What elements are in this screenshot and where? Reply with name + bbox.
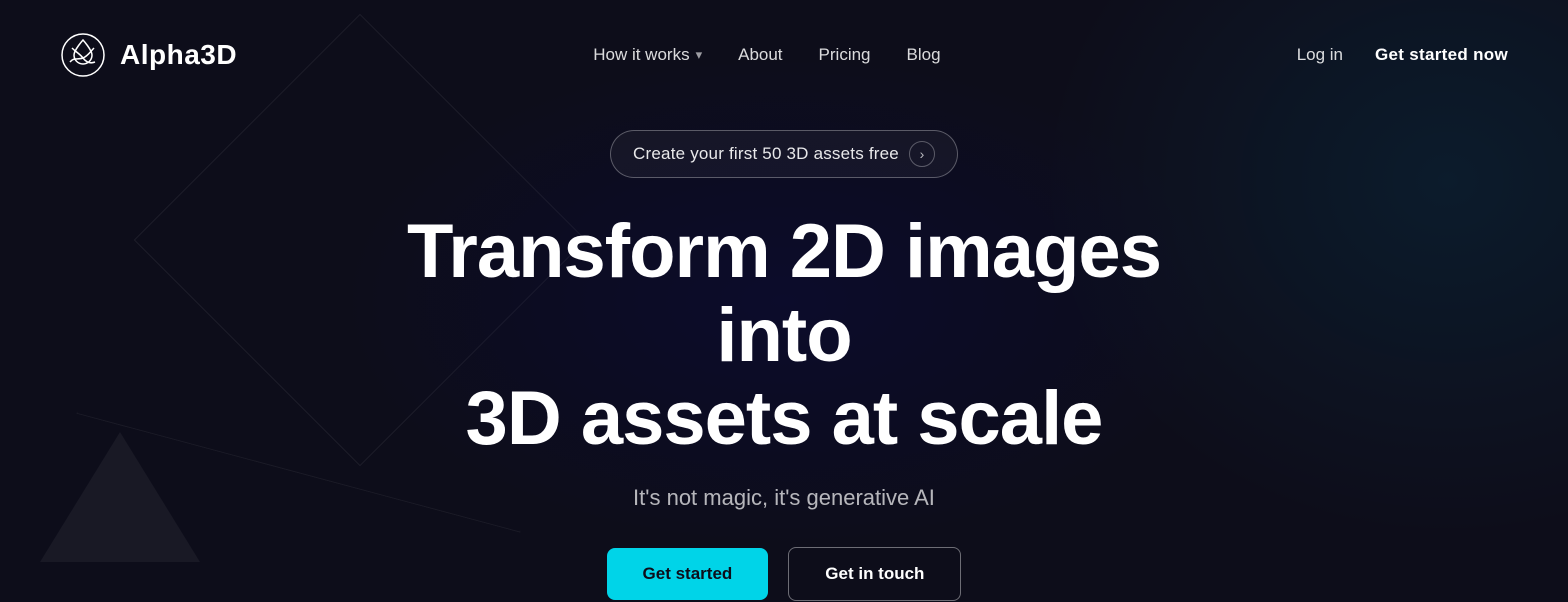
nav-actions: Log in Get started now <box>1297 45 1508 65</box>
hero-badge-text: Create your first 50 3D assets free <box>633 144 899 164</box>
get-started-now-button[interactable]: Get started now <box>1375 45 1508 65</box>
logo-icon <box>60 32 106 78</box>
nav-link-how-it-works[interactable]: How it works ▾ <box>593 45 702 65</box>
get-started-button[interactable]: Get started <box>607 548 769 600</box>
hero-title: Transform 2D images into 3D assets at sc… <box>344 210 1224 461</box>
hero-badge-arrow-icon: › <box>909 141 935 167</box>
hero-badge-button[interactable]: Create your first 50 3D assets free › <box>610 130 958 178</box>
nav-link-blog[interactable]: Blog <box>907 45 941 65</box>
nav-links: How it works ▾ About Pricing Blog <box>593 45 940 65</box>
logo-link[interactable]: Alpha3D <box>60 32 237 78</box>
how-it-works-chevron-icon: ▾ <box>696 47 703 63</box>
hero-section: Create your first 50 3D assets free › Tr… <box>0 110 1568 601</box>
hero-subtitle: It's not magic, it's generative AI <box>633 485 935 511</box>
logo-text: Alpha3D <box>120 39 237 71</box>
nav-link-pricing[interactable]: Pricing <box>819 45 871 65</box>
navbar: Alpha3D How it works ▾ About Pricing Blo… <box>0 0 1568 110</box>
hero-buttons: Get started Get in touch <box>607 547 962 601</box>
nav-link-about[interactable]: About <box>738 45 782 65</box>
login-link[interactable]: Log in <box>1297 45 1343 65</box>
get-in-touch-button[interactable]: Get in touch <box>788 547 961 601</box>
